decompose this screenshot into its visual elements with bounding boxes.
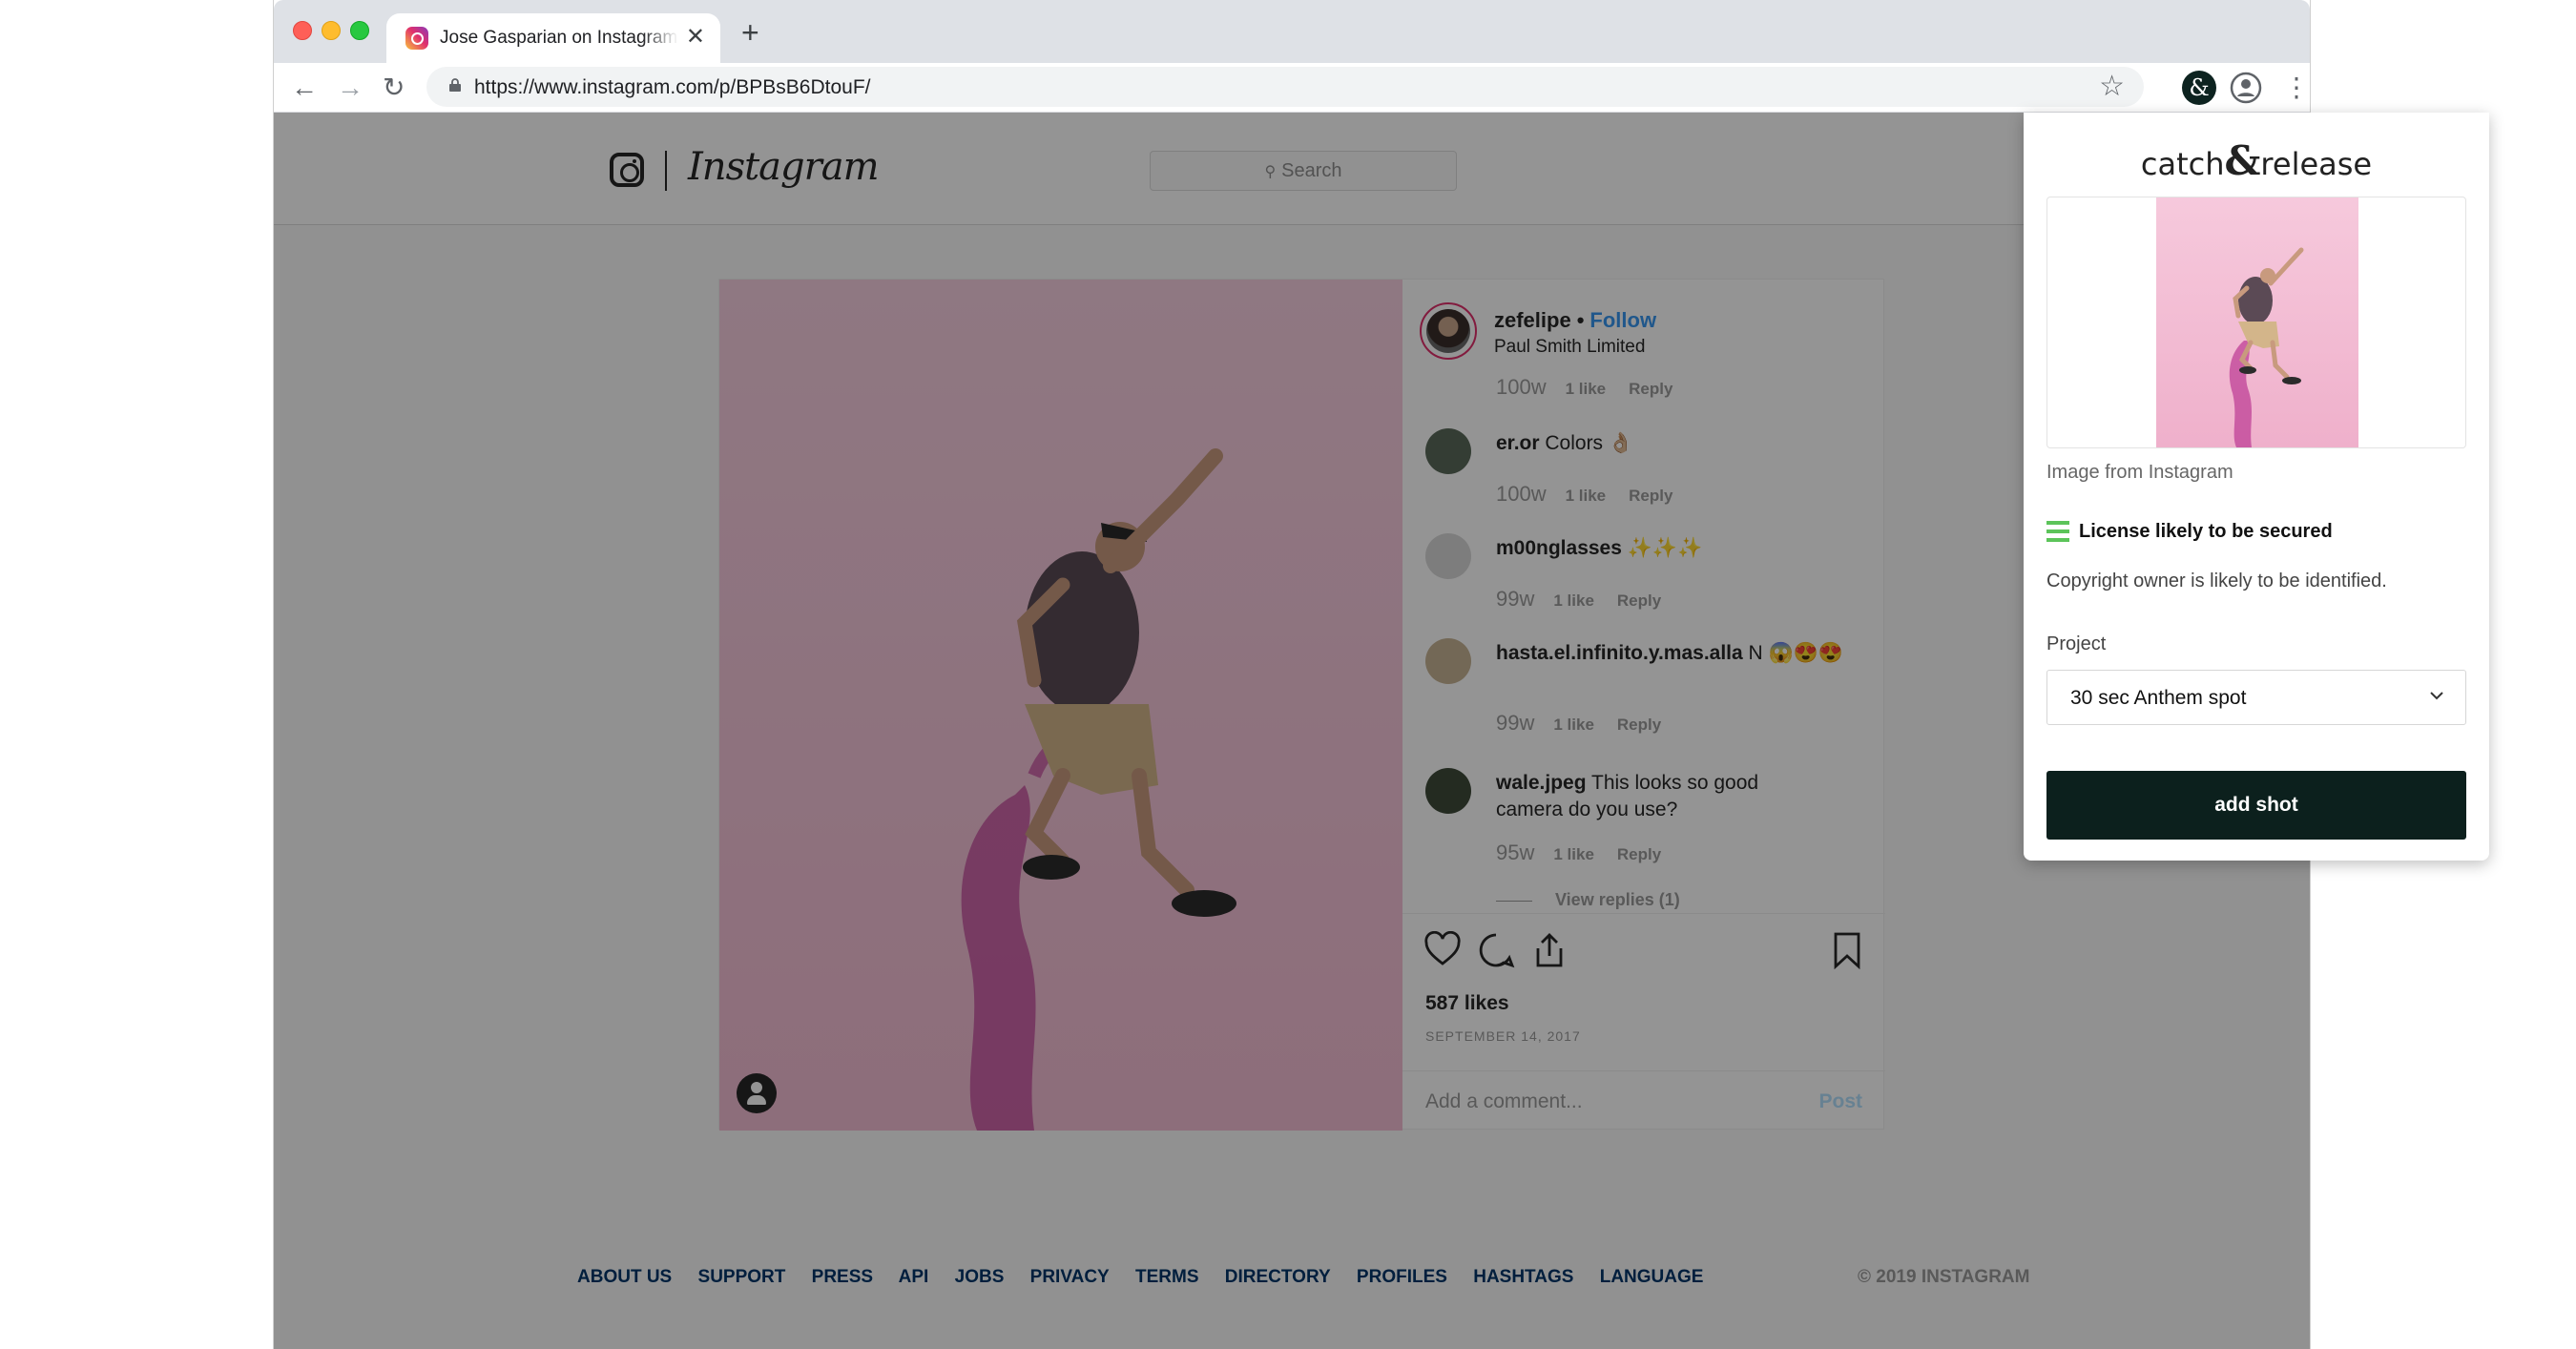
back-button[interactable]: ← xyxy=(291,71,318,105)
tab-title: Jose Gasparian on Instagram “th xyxy=(440,28,678,48)
catch-release-popup: catch&release Image from Instagram Licen… xyxy=(2024,113,2489,861)
image-preview xyxy=(2046,197,2466,448)
new-tab-button[interactable]: + xyxy=(741,17,759,48)
license-status-title: License likely to be secured xyxy=(2079,521,2333,542)
brand-release: release xyxy=(2260,146,2373,182)
instagram-page: Instagram ⚲ Search zefelipe • Follow Pau… xyxy=(274,113,2310,1349)
tab-strip: Jose Gasparian on Instagram “th ✕ + xyxy=(274,0,2310,63)
brand-ampersand: & xyxy=(2224,137,2261,184)
instagram-favicon-icon xyxy=(405,27,428,50)
project-select[interactable]: 30 sec Anthem spot xyxy=(2046,670,2466,725)
browser-toolbar: ← → ↻ https://www.instagram.com/p/BPBsB6… xyxy=(274,63,2310,113)
forward-button[interactable]: → xyxy=(337,71,364,105)
brand-catch: catch xyxy=(2140,146,2225,182)
preview-dancer-illustration xyxy=(2229,247,2304,447)
close-window-button[interactable] xyxy=(293,21,312,40)
add-shot-button[interactable]: add shot xyxy=(2046,771,2466,840)
maximize-window-button[interactable] xyxy=(350,21,369,40)
project-label: Project xyxy=(2046,633,2107,654)
chevron-down-icon xyxy=(2430,692,2443,700)
catch-release-extension-icon[interactable]: & xyxy=(2182,71,2216,105)
address-bar[interactable]: https://www.instagram.com/p/BPBsB6DtouF/… xyxy=(426,67,2144,107)
browser-window: Jose Gasparian on Instagram “th ✕ + ← → … xyxy=(273,0,2489,1349)
reload-button[interactable]: ↻ xyxy=(383,71,405,105)
browser-menu-icon[interactable]: ⋮ xyxy=(2283,71,2310,105)
page-dim-overlay[interactable] xyxy=(274,113,2310,1349)
tab-close-icon[interactable]: ✕ xyxy=(686,25,705,50)
image-source-caption: Image from Instagram xyxy=(2046,462,2233,483)
license-status-description: Copyright owner is likely to be identifi… xyxy=(2046,571,2387,591)
profile-icon[interactable] xyxy=(2230,72,2262,104)
bookmark-star-icon[interactable]: ☆ xyxy=(2099,71,2125,103)
minimize-window-button[interactable] xyxy=(322,21,341,40)
license-status-icon xyxy=(2046,521,2069,542)
url-text[interactable]: https://www.instagram.com/p/BPBsB6DtouF/ xyxy=(474,76,871,99)
catch-release-logo: catch&release xyxy=(2024,137,2489,184)
project-selected-value: 30 sec Anthem spot xyxy=(2070,687,2247,709)
lock-icon xyxy=(449,78,461,92)
tab-instagram[interactable]: Jose Gasparian on Instagram “th ✕ xyxy=(386,13,720,63)
preview-thumbnail xyxy=(2156,197,2358,447)
